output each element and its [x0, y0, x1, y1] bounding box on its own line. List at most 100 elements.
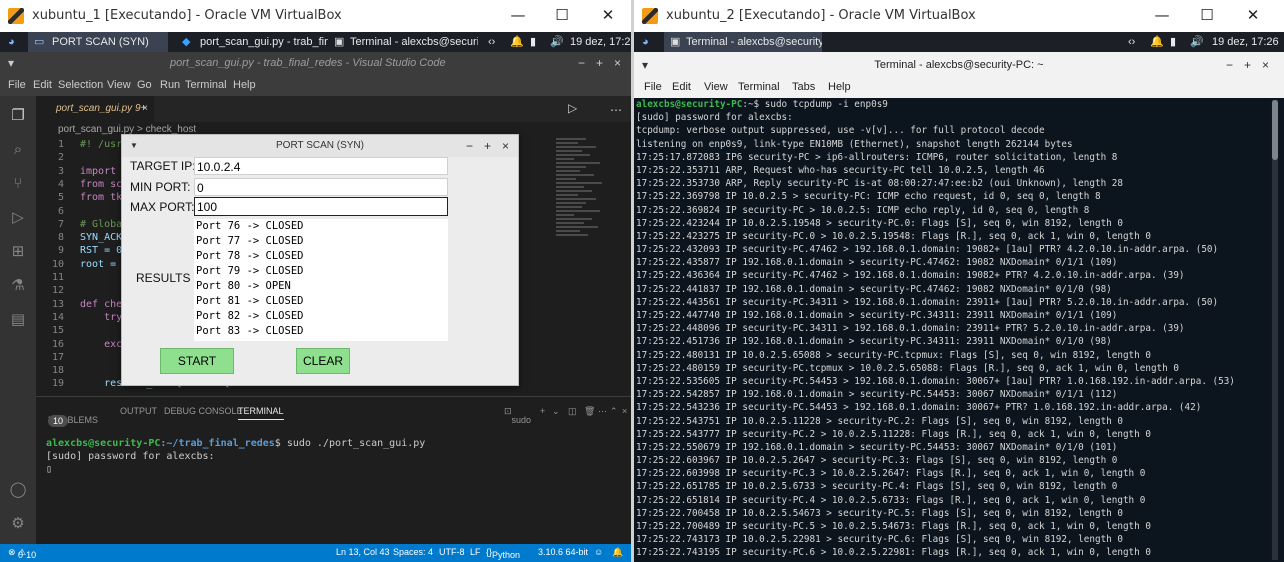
trash-icon[interactable]: 🗑	[584, 406, 595, 417]
search-icon[interactable]: ⌕	[9, 140, 27, 158]
minimap[interactable]	[556, 138, 616, 388]
remote-explorer-icon[interactable]: ▤	[9, 310, 27, 328]
maximize-icon[interactable]: +	[1244, 58, 1251, 72]
virtualbox-titlebar[interactable]: xubuntu_2 [Executando] - Oracle VM Virtu…	[634, 0, 1284, 32]
activity-bar: ❐ ⌕ ⑂ ▷ ⊞ ⚗ ▤ ◯ ⚙	[0, 96, 36, 544]
menu-tabs[interactable]: Tabs	[792, 81, 815, 93]
menu-selection[interactable]: Selection	[58, 79, 103, 91]
terminal-shell-dropdown[interactable]: ⊡ sudo	[504, 406, 531, 425]
status-eol[interactable]: LF	[470, 547, 481, 557]
terminal-output[interactable]: alexcbs@security-PC:~$ sudo tcpdump -i e…	[634, 98, 1268, 562]
battery-icon[interactable]: ▮	[1170, 32, 1176, 52]
source-control-icon[interactable]: ⑂	[9, 174, 27, 192]
scrollbar-thumb[interactable]	[1272, 100, 1278, 160]
taskbar-item-vscode[interactable]: port_scan_gui.py - trab_fin...	[200, 32, 328, 52]
whisker-menu-icon[interactable]: ◕	[8, 32, 15, 52]
dialog-titlebar[interactable]: ▼ PORT SCAN (SYN) − + ×	[122, 135, 518, 157]
menu-file[interactable]: File	[8, 79, 26, 91]
close-icon[interactable]: ×	[142, 96, 148, 122]
status-indentation[interactable]: Spaces: 4	[393, 547, 433, 557]
status-encoding[interactable]: UTF-8	[439, 547, 465, 557]
maximize-icon[interactable]: +	[484, 135, 491, 157]
terminal-scrollbar[interactable]	[1272, 100, 1278, 560]
close-icon[interactable]: ×	[614, 56, 621, 70]
integrated-terminal[interactable]: alexcbs@security-PC:~/trab_final_redes$ …	[46, 437, 425, 476]
window-menu-icon[interactable]: ▾	[8, 56, 14, 70]
volume-icon[interactable]: 🔊	[1190, 32, 1204, 52]
menu-terminal[interactable]: Terminal	[738, 81, 780, 93]
volume-icon[interactable]: 🔊	[550, 32, 564, 52]
dropdown-icon[interactable]: ⌄	[552, 406, 560, 417]
max-port-input[interactable]: 100	[194, 197, 448, 216]
menu-file[interactable]: File	[644, 81, 662, 93]
battery-icon[interactable]: ▮	[530, 32, 536, 52]
menu-view[interactable]: View	[107, 79, 131, 91]
dialog-title: PORT SCAN (SYN)	[276, 140, 364, 151]
target-ip-input[interactable]: 10.0.2.4	[194, 157, 448, 175]
maximize-icon[interactable]: ☐	[552, 6, 572, 24]
taskbar-item-port-scan[interactable]: PORT SCAN (SYN)	[28, 32, 168, 52]
clear-button[interactable]: CLEAR	[296, 348, 350, 374]
close-icon[interactable]: ×	[502, 135, 509, 157]
new-terminal-icon[interactable]: +	[540, 406, 545, 416]
taskbar-item-terminal[interactable]: Terminal - alexcbs@securi...	[350, 32, 478, 52]
settings-gear-icon[interactable]: ⚙	[9, 514, 27, 532]
explorer-icon[interactable]: ❐	[9, 106, 27, 124]
minimize-icon[interactable]: −	[466, 135, 473, 157]
run-icon[interactable]: ▷	[568, 101, 577, 115]
close-icon[interactable]: ✕	[598, 6, 618, 24]
more-actions-icon[interactable]: …	[610, 100, 622, 114]
line-number: 12	[51, 285, 64, 297]
menu-run[interactable]: Run	[160, 79, 180, 91]
minimize-icon[interactable]: −	[578, 56, 585, 70]
maximize-icon[interactable]: ☐	[1197, 6, 1217, 24]
menu-go[interactable]: Go	[137, 79, 152, 91]
virtualbox-titlebar[interactable]: xubuntu_1 [Executando] - Oracle VM Virtu…	[0, 0, 631, 32]
split-terminal-icon[interactable]: ◫	[568, 406, 577, 417]
maximize-panel-icon[interactable]: ⌃	[610, 406, 618, 417]
more-actions-icon[interactable]: ⋯	[598, 406, 607, 417]
tab-port-scan-gui[interactable]: port_scan_gui.py 9+ ×	[36, 96, 154, 122]
bell-icon[interactable]: 🔔	[612, 547, 623, 558]
minimize-icon[interactable]: —	[1152, 6, 1172, 24]
status-interpreter[interactable]: 3.10.6 64-bit	[538, 547, 588, 557]
close-icon[interactable]: ×	[1262, 58, 1269, 72]
network-icon[interactable]: ‹›	[488, 32, 495, 52]
tab-output[interactable]: OUTPUT	[120, 406, 157, 416]
menu-terminal[interactable]: Terminal	[185, 79, 227, 91]
menu-edit[interactable]: Edit	[33, 79, 52, 91]
close-icon[interactable]: ✕	[1243, 6, 1263, 24]
menu-edit[interactable]: Edit	[672, 81, 691, 93]
status-language[interactable]: {} Python	[486, 547, 520, 560]
results-list[interactable]: Port 76 -> CLOSED Port 77 -> CLOSED Port 7…	[194, 219, 448, 341]
tab-debug-console[interactable]: DEBUG CONSOLE	[164, 406, 243, 416]
window-menu-icon[interactable]: ▼	[130, 135, 138, 157]
whisker-menu-icon[interactable]: ◕	[642, 32, 649, 52]
tab-terminal[interactable]: TERMINAL	[238, 406, 284, 420]
start-button[interactable]: START	[160, 348, 234, 374]
maximize-icon[interactable]: +	[596, 56, 603, 70]
menu-help[interactable]: Help	[828, 81, 851, 93]
result-item: Port 77 -> CLOSED	[196, 235, 304, 247]
panel-clock[interactable]: 19 dez, 17:26	[570, 32, 631, 52]
network-icon[interactable]: ‹›	[1128, 32, 1135, 52]
status-problems[interactable]: ⊗ 0 ⚠ 10	[8, 547, 36, 560]
account-icon[interactable]: ◯	[9, 480, 27, 498]
panel-clock[interactable]: 19 dez, 17:26	[1212, 32, 1279, 52]
taskbar-item-terminal[interactable]: Terminal - alexcbs@security...	[664, 32, 822, 52]
minimize-icon[interactable]: —	[508, 6, 528, 24]
menu-view[interactable]: View	[704, 81, 728, 93]
run-debug-icon[interactable]: ▷	[9, 208, 27, 226]
terminal-titlebar[interactable]: ▾ Terminal - alexcbs@security-PC: ~ − + …	[634, 52, 1284, 78]
min-port-input[interactable]: 0	[194, 178, 448, 196]
close-panel-icon[interactable]: ×	[622, 406, 627, 416]
minimize-icon[interactable]: −	[1226, 58, 1233, 72]
menu-help[interactable]: Help	[233, 79, 256, 91]
testing-icon[interactable]: ⚗	[9, 276, 27, 294]
feedback-icon[interactable]: ☺	[594, 547, 603, 557]
status-cursor-position[interactable]: Ln 13, Col 43	[336, 547, 390, 557]
terminal-line: 17:25:22.542857 IP 192.168.0.1.domain > …	[636, 389, 1118, 401]
notification-icon[interactable]: 🔔	[510, 32, 524, 52]
notification-icon[interactable]: 🔔	[1150, 32, 1164, 52]
extensions-icon[interactable]: ⊞	[9, 242, 27, 260]
